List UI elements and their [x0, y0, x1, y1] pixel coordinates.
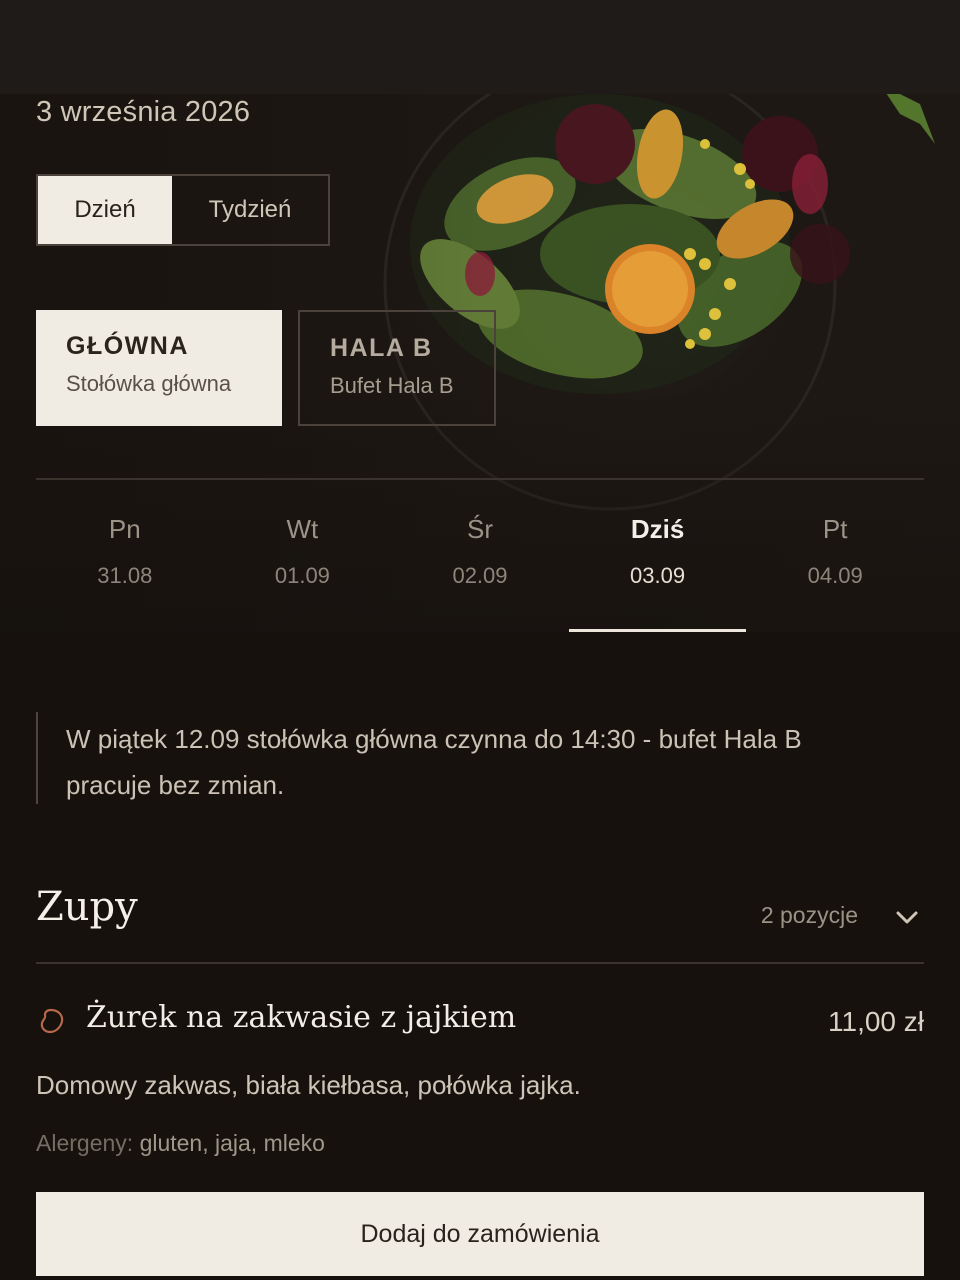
location-code: HALA B [330, 334, 433, 362]
chevron-down-icon[interactable] [894, 904, 920, 930]
add-to-order-button[interactable]: Dodaj do zamówienia [36, 1192, 924, 1276]
day-tabs: Pn 31.08 Wt 01.09 Śr 02.09 Dziś 03.09 Pt… [36, 480, 924, 632]
allergens-list: gluten, jaja, mleko [139, 1130, 325, 1156]
section-header-zupy[interactable]: Zupy 2 pozycje [36, 880, 924, 964]
day-date: 31.08 [97, 563, 153, 588]
menu-page: 3 września 2026 Dzień Tydzień GŁÓWNA Sto… [0, 0, 960, 1280]
notice-line-2: pracuje bez zmian. [66, 770, 285, 800]
day-tab-today[interactable]: Dziś 03.09 [568, 480, 747, 632]
view-toggle-day[interactable]: Dzień [38, 176, 172, 244]
view-toggle-week[interactable]: Tydzień [172, 176, 328, 244]
location-name: Stołówka główna [66, 371, 232, 396]
notice-line-1: W piątek 12.09 stołówka główna czynna do… [66, 724, 802, 754]
menu-item-allergens: Alergeny: gluten, jaja, mleko [36, 1130, 325, 1157]
day-name: Wt [286, 514, 319, 544]
day-date: 01.09 [274, 563, 330, 588]
menu-item-name: Żurek na zakwasie z jajkiem [86, 1000, 517, 1035]
menu-item-header: Żurek na zakwasie z jajkiem 11,00 zł [36, 998, 924, 1048]
day-name: Pn [108, 514, 141, 544]
day-name: Dziś [630, 514, 685, 544]
day-name: Pt [822, 514, 848, 544]
location-card-glowna[interactable]: GŁÓWNA Stołówka główna [36, 310, 282, 426]
section-item-count: 2 pozycje [760, 902, 858, 928]
top-bar [0, 0, 960, 94]
day-name: Śr [466, 514, 493, 544]
allergens-label: Alergeny: [36, 1130, 134, 1156]
day-date: 03.09 [630, 563, 686, 588]
day-date: 02.09 [452, 563, 508, 588]
day-date: 04.09 [807, 563, 863, 588]
day-tab-sr[interactable]: Śr 02.09 [391, 480, 569, 632]
notice-banner: W piątek 12.09 stołówka główna czynna do… [36, 712, 896, 804]
menu-item-description: Domowy zakwas, biała kiełbasa, połówka j… [36, 1070, 581, 1100]
menu-item-price: 11,00 zł [828, 1006, 924, 1037]
page-date-title: 3 września 2026 [36, 96, 251, 128]
view-toggle: Dzień Tydzień [36, 174, 330, 246]
day-tab-pn[interactable]: Pn 31.08 [36, 480, 214, 632]
section-title: Zupy [36, 884, 138, 930]
egg-icon [40, 1008, 64, 1034]
day-tab-pt[interactable]: Pt 04.09 [746, 480, 924, 632]
location-name: Bufet Hala B [330, 373, 454, 398]
location-code: GŁÓWNA [66, 332, 189, 360]
day-tab-wt[interactable]: Wt 01.09 [214, 480, 392, 632]
location-card-hala-b[interactable]: HALA B Bufet Hala B [298, 310, 496, 426]
